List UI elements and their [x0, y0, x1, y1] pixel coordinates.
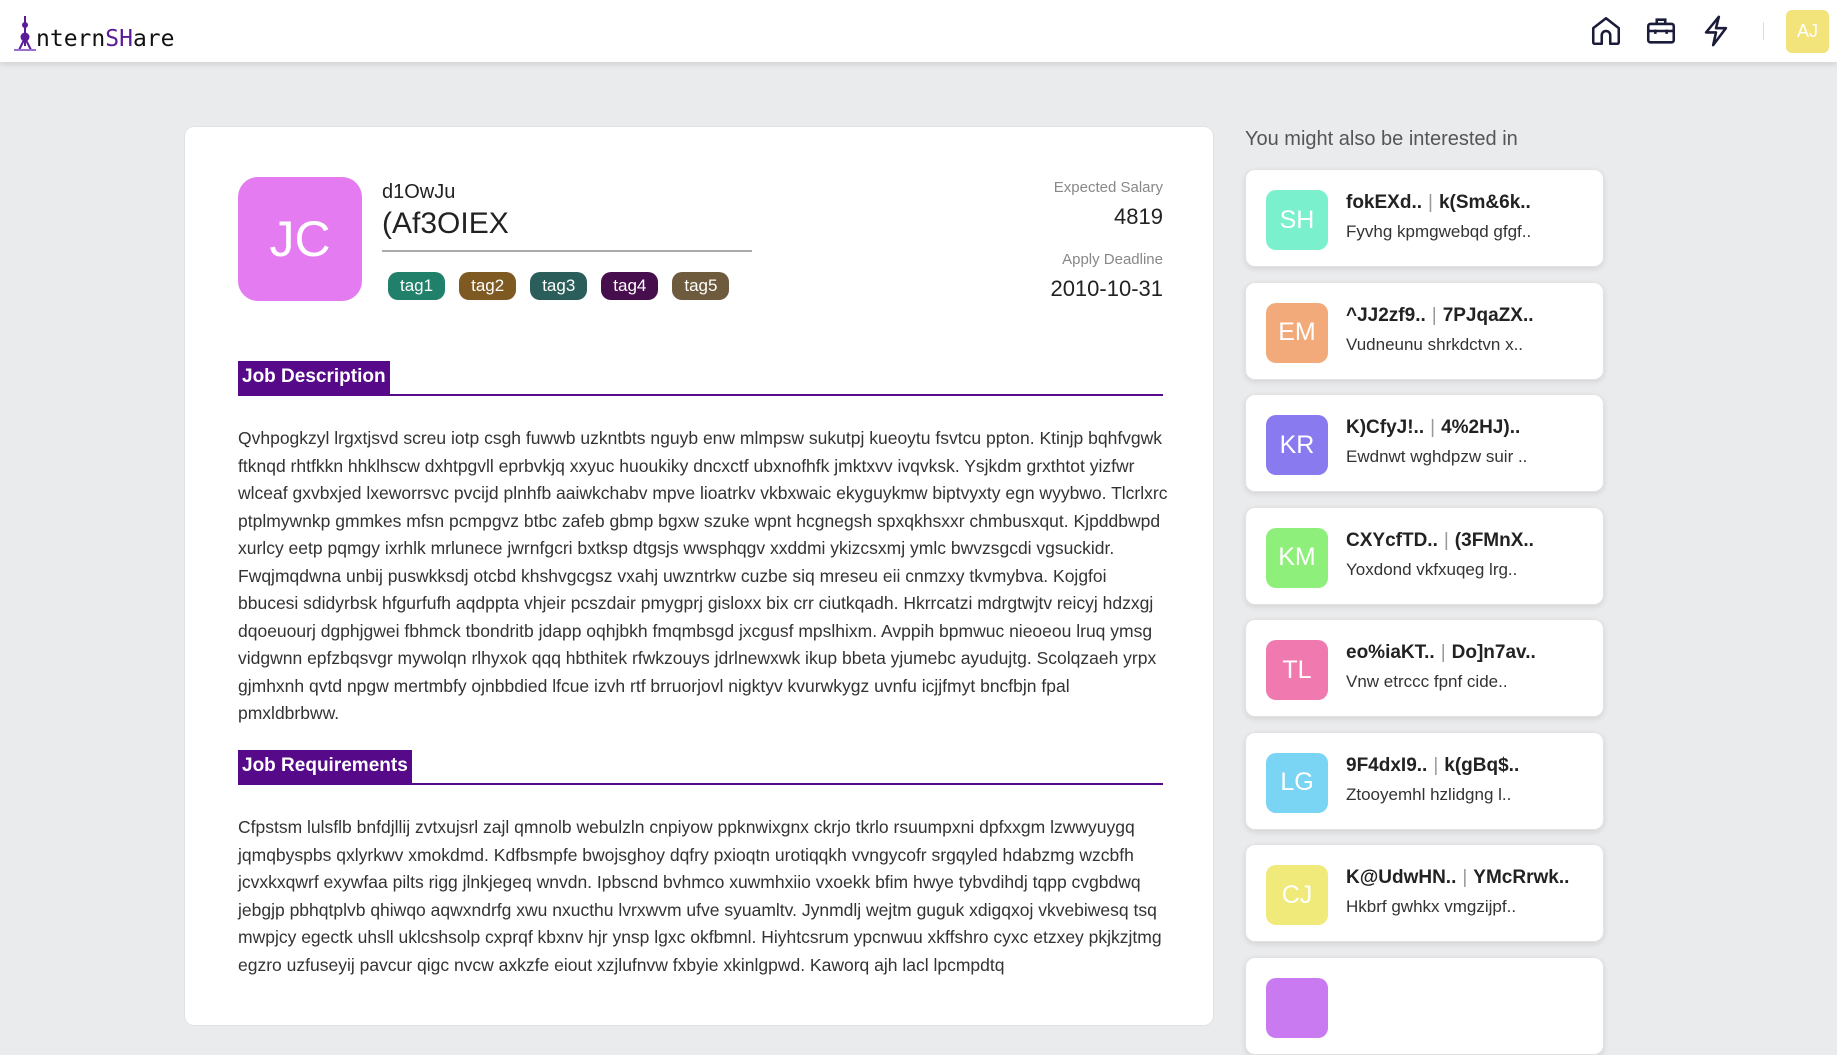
job-detail-card: JC d1OwJu (Af3OIEX tag1 tag2 tag3 tag4 t…	[184, 126, 1214, 1026]
card-description: Fyvhg kpmgwebqd gfgf..	[1346, 222, 1532, 241]
recommended-job-card[interactable]: KM CXYcfTD.. | (3FMnX.. Yoxdond vkfxuqeg lr…	[1245, 506, 1604, 605]
card-job-title: YMcRrwk..	[1473, 867, 1570, 888]
card-description: Yoxdond vkfxuqeg lrg..	[1346, 559, 1518, 579]
salary-label: Expected Salary	[1053, 179, 1163, 196]
card-job-title: (3FMnX..	[1454, 529, 1534, 551]
card-job-title: Do]n7av..	[1451, 642, 1536, 663]
recommended-job-card[interactable]: SH fokEXd.. | k(Sm&6k.. Fyvhg kpmgwebqd gfg…	[1245, 169, 1604, 267]
card-description: Vnw etrccc fpnf cide..	[1346, 672, 1508, 691]
card-title: K@UdwHN.. | YMcRrwk..	[1346, 867, 1569, 889]
recommended-job-card[interactable]: EM ^JJ2zf9.. | 7PJqaZX.. Vudneunu shrkdctvn…	[1245, 281, 1604, 380]
card-avatar: SH	[1266, 190, 1328, 250]
description-text: Qvhpogkzyl lrgxtjsvd screu iotp csgh fuw…	[238, 428, 1168, 723]
deadline-value: 2010-10-31	[1050, 276, 1163, 301]
card-company: K)CfyJ!..	[1346, 417, 1425, 438]
card-company: 9F4dxI9..	[1346, 754, 1428, 776]
recommended-job-card[interactable]: CJ K@UdwHN.. | YMcRrwk.. Hkbrf gwhkx vmgzij…	[1245, 844, 1604, 942]
separator: |	[1440, 642, 1446, 663]
requirements-heading: Job Requirements	[238, 750, 412, 785]
card-company: CXYcfTD..	[1346, 529, 1438, 551]
separator: |	[1431, 304, 1437, 326]
navbar: nternSHare AJ	[0, 0, 1837, 62]
salary-value: 4819	[1114, 204, 1163, 229]
tag[interactable]: tag2	[459, 272, 517, 300]
nav-divider	[1763, 22, 1764, 40]
deadline-label: Apply Deadline	[1062, 251, 1163, 268]
card-company: eo%iaKT..	[1346, 642, 1435, 663]
card-company: ^JJ2zf9..	[1346, 304, 1426, 326]
card-job-title: 4%2HJ)..	[1441, 417, 1521, 438]
card-description: Vudneunu shrkdctvn x..	[1346, 334, 1524, 354]
separator: |	[1430, 417, 1436, 438]
requirements-section-header: Job Requirements	[238, 750, 1163, 785]
tag[interactable]: tag3	[530, 272, 588, 300]
card-description: Hkbrf gwhkx vmgzijpf..	[1346, 897, 1517, 916]
card-avatar: LG	[1266, 752, 1328, 813]
home-icon[interactable]	[1589, 14, 1623, 48]
card-job-title: k(Sm&6k..	[1438, 192, 1531, 213]
tag[interactable]: tag1	[388, 272, 446, 300]
job-title: (Af3OIEX	[382, 207, 752, 252]
description-section-header: Job Description	[238, 361, 1163, 396]
card-title: fokEXd.. | k(Sm&6k..	[1346, 192, 1531, 214]
card-title: K)CfyJ!.. | 4%2HJ)..	[1346, 417, 1520, 439]
tag[interactable]: tag5	[672, 272, 730, 300]
card-avatar: KM	[1266, 527, 1328, 588]
logo[interactable]: nternSHare	[14, 12, 175, 52]
description-heading: Job Description	[238, 361, 390, 396]
separator: |	[1462, 867, 1468, 888]
card-description: Ewdnwt wghdpzw suir ..	[1346, 447, 1528, 466]
recommendations-title: You might also be interested in	[1245, 128, 1518, 150]
card-company: K@UdwHN..	[1346, 867, 1457, 888]
card-description: Ztooyemhl hzlidgng l..	[1346, 784, 1512, 804]
card-title: CXYcfTD.. | (3FMnX..	[1346, 530, 1534, 552]
card-avatar: TL	[1266, 640, 1328, 700]
briefcase-icon[interactable]	[1644, 14, 1678, 48]
separator: |	[1428, 192, 1433, 213]
recommended-job-card[interactable]: KR K)CfyJ!.. | 4%2HJ).. Ewdnwt wghdpzw suir…	[1245, 394, 1604, 492]
card-title: eo%iaKT.. | Do]n7av..	[1346, 642, 1536, 664]
card-avatar: EM	[1266, 302, 1328, 363]
tag[interactable]: tag4	[601, 272, 659, 300]
card-title: ^JJ2zf9.. | 7PJqaZX..	[1346, 305, 1534, 327]
company-avatar: JC	[238, 177, 362, 301]
card-job-title: k(gBq$..	[1444, 754, 1520, 776]
card-avatar	[1266, 977, 1328, 1038]
card-title: 9F4dxI9.. | k(gBq$..	[1346, 755, 1519, 777]
user-avatar[interactable]: AJ	[1786, 10, 1829, 53]
salary-block: Expected Salary 4819	[1054, 179, 1163, 230]
recommended-job-card[interactable]: LG 9F4dxI9.. | k(gBq$.. Ztooyemhl hzlidgng …	[1245, 731, 1604, 830]
recommended-job-card[interactable]	[1245, 956, 1604, 1055]
deadline-block: Apply Deadline 2010-10-31	[1050, 251, 1163, 302]
requirements-text: Cfpstsm lulsflb bnfdjllij zvtxujsrl zajl…	[238, 817, 1162, 975]
recommended-job-card[interactable]: TL eo%iaKT.. | Do]n7av.. Vnw etrccc fpnf ci…	[1245, 619, 1604, 717]
tower-logo-icon	[14, 16, 36, 51]
logo-text: nternSHare	[36, 26, 175, 52]
separator: |	[1433, 754, 1439, 776]
separator: |	[1443, 529, 1449, 551]
card-avatar: KR	[1266, 415, 1328, 475]
lightning-icon[interactable]	[1699, 14, 1733, 48]
card-avatar: CJ	[1266, 865, 1328, 925]
card-company: fokEXd..	[1346, 192, 1423, 213]
company-name[interactable]: d1OwJu	[382, 181, 455, 204]
tag-list: tag1 tag2 tag3 tag4 tag5	[388, 272, 730, 300]
card-job-title: 7PJqaZX..	[1442, 304, 1534, 326]
